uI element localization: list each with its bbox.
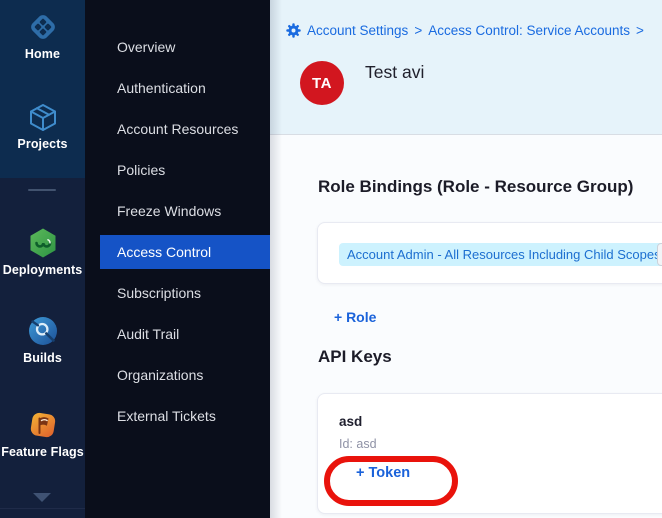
module-sidebar: Home Projects Deployme bbox=[0, 0, 85, 518]
nav-item-freeze-windows[interactable]: Freeze Windows bbox=[85, 191, 270, 232]
nav-item-organizations[interactable]: Organizations bbox=[85, 355, 270, 396]
projects-cube-icon bbox=[26, 100, 60, 134]
add-token-button[interactable]: + Token bbox=[356, 465, 410, 481]
feature-flags-icon bbox=[26, 408, 60, 442]
sidebar-item-label: Projects bbox=[0, 137, 85, 151]
role-bindings-card: Account Admin - All Resources Including … bbox=[317, 222, 662, 284]
main-area: Account Settings > Access Control: Servi… bbox=[270, 0, 662, 518]
breadcrumb-link-account-settings[interactable]: Account Settings bbox=[307, 23, 408, 38]
deployments-icon bbox=[26, 226, 60, 260]
role-bindings-heading: Role Bindings (Role - Resource Group) bbox=[318, 177, 633, 197]
nav-item-external-tickets[interactable]: External Tickets bbox=[85, 396, 270, 437]
sidebar-item-label: Deployments bbox=[0, 263, 85, 277]
avatar: TA bbox=[300, 61, 344, 105]
sidebar-item-builds[interactable]: Builds bbox=[0, 314, 85, 365]
api-key-card: asd Id: asd + Token bbox=[317, 393, 662, 514]
red-annotation-ellipse bbox=[324, 456, 458, 506]
api-key-name: asd bbox=[339, 414, 362, 429]
sidebar-item-label: Home bbox=[0, 47, 85, 61]
breadcrumb-link-access-control-service-accounts[interactable]: Access Control: Service Accounts bbox=[428, 23, 630, 38]
role-binding-tag: Account Admin - All Resources Including … bbox=[339, 243, 662, 266]
content-area: Role Bindings (Role - Resource Group) Ac… bbox=[270, 135, 662, 518]
page-title: Test avi bbox=[365, 62, 424, 83]
nav-item-policies[interactable]: Policies bbox=[85, 150, 270, 191]
gear-icon bbox=[286, 23, 301, 38]
nav-item-account-resources[interactable]: Account Resources bbox=[85, 109, 270, 150]
nav-item-authentication[interactable]: Authentication bbox=[85, 68, 270, 109]
modules-divider bbox=[28, 189, 56, 191]
sidebar-item-home[interactable]: Home bbox=[0, 10, 85, 61]
partial-role-binding-tag bbox=[657, 243, 662, 266]
sidebar-item-feature-flags[interactable]: Feature Flags bbox=[0, 408, 85, 459]
sidebar-item-deployments[interactable]: Deployments bbox=[0, 226, 85, 277]
nav-item-audit-trail[interactable]: Audit Trail bbox=[85, 314, 270, 355]
nav-item-subscriptions[interactable]: Subscriptions bbox=[85, 273, 270, 314]
sidebar-item-projects[interactable]: Projects bbox=[0, 100, 85, 151]
breadcrumb: Account Settings > Access Control: Servi… bbox=[286, 23, 644, 38]
api-keys-heading: API Keys bbox=[318, 347, 392, 367]
page-header: Account Settings > Access Control: Servi… bbox=[270, 0, 662, 135]
sidebar-item-label: Feature Flags bbox=[0, 445, 85, 459]
breadcrumb-separator: > bbox=[636, 23, 644, 38]
home-icon bbox=[26, 10, 60, 44]
sidebar-bottom-divider bbox=[0, 508, 85, 509]
breadcrumb-separator: > bbox=[414, 23, 422, 38]
add-role-button[interactable]: + Role bbox=[334, 309, 376, 325]
sidebar-item-label: Builds bbox=[0, 351, 85, 365]
app-screen: Home Projects Deployme bbox=[0, 0, 662, 518]
builds-icon bbox=[26, 314, 60, 348]
chevron-down-icon[interactable] bbox=[33, 493, 51, 502]
nav-item-access-control[interactable]: Access Control bbox=[100, 232, 270, 273]
settings-nav: Overview Authentication Account Resource… bbox=[85, 0, 270, 518]
nav-item-overview[interactable]: Overview bbox=[85, 27, 270, 68]
api-key-id: Id: asd bbox=[339, 437, 377, 451]
